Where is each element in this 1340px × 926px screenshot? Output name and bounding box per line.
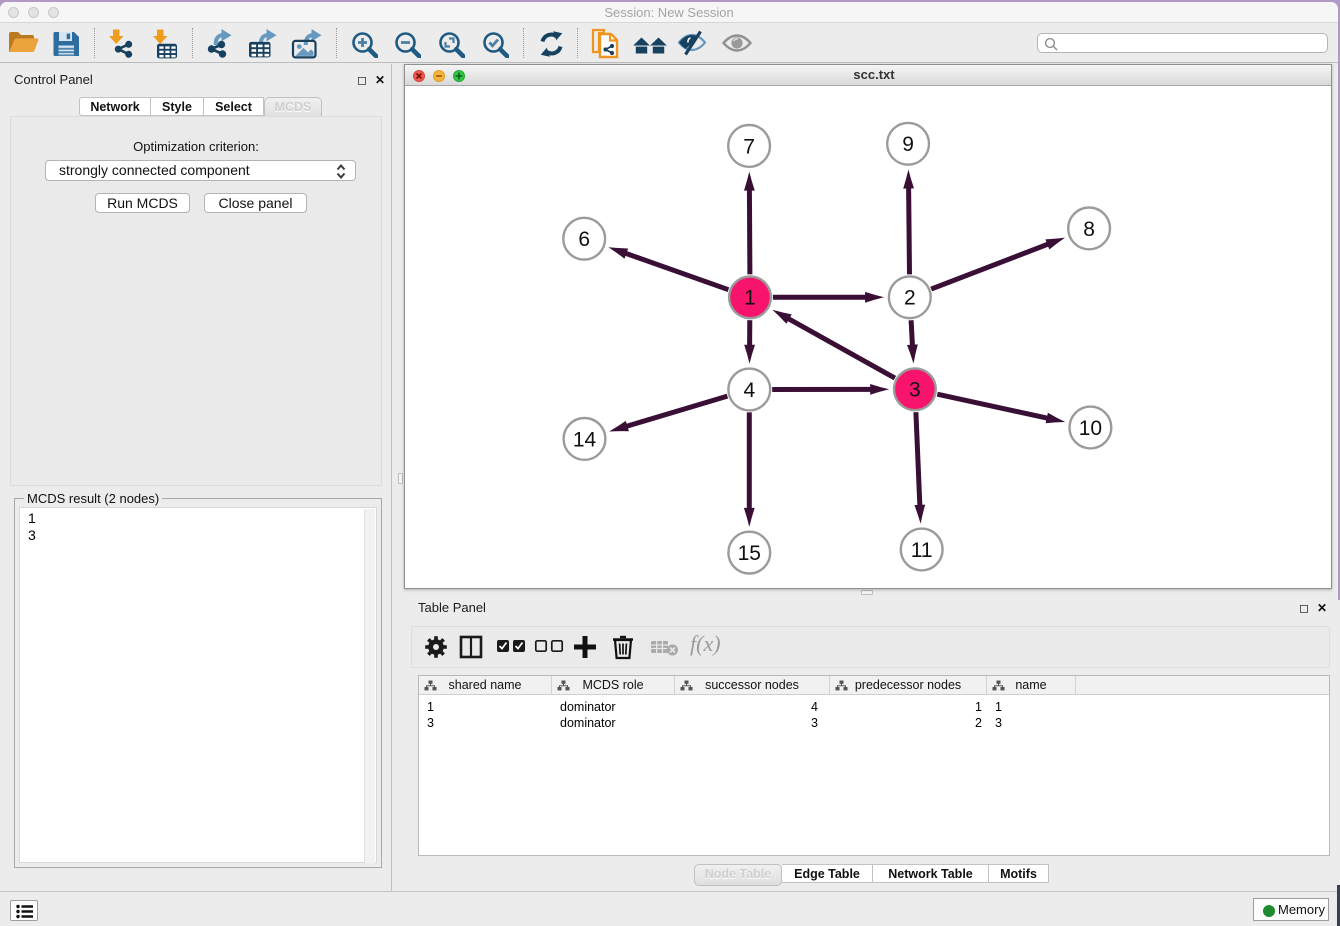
svg-text:6: 6 <box>578 228 590 251</box>
svg-text:4: 4 <box>743 379 755 402</box>
svg-text:3: 3 <box>909 379 921 402</box>
svg-text:11: 11 <box>911 539 933 562</box>
svg-text:2: 2 <box>904 287 916 310</box>
svg-text:10: 10 <box>1079 417 1102 440</box>
svg-text:8: 8 <box>1083 218 1095 241</box>
svg-text:9: 9 <box>902 133 914 156</box>
svg-text:7: 7 <box>743 135 755 158</box>
svg-text:1: 1 <box>744 287 756 310</box>
svg-text:15: 15 <box>738 542 761 565</box>
svg-text:14: 14 <box>573 428 597 451</box>
